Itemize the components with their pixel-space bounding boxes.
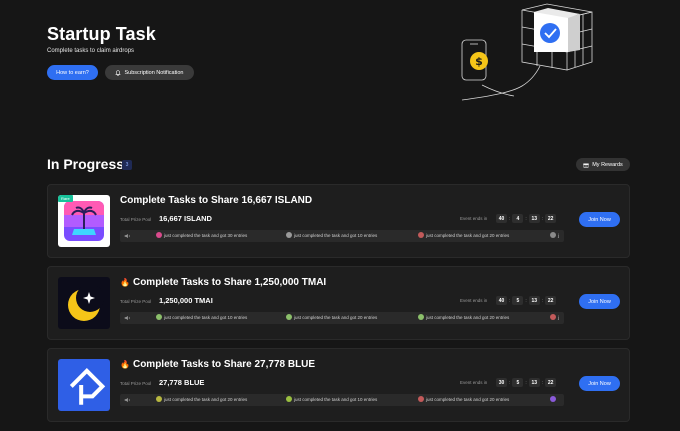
- my-rewards-label: My Rewards: [592, 161, 623, 168]
- how-to-earn-button[interactable]: How to earn?: [47, 65, 98, 80]
- feed-text: just completed the task and got 20 entri…: [426, 232, 510, 238]
- speaker-icon: [124, 397, 130, 403]
- section-title: In Progress: [47, 156, 125, 172]
- startup-illustration: $: [461, 3, 593, 101]
- pool-value: 1,250,000 TMAI: [159, 296, 213, 305]
- avatar: [286, 314, 292, 320]
- feed-item: just completed the task and got 20 entri…: [286, 314, 377, 320]
- countdown-timer: 40: 4: 13: 22: [496, 214, 557, 223]
- avatar: [156, 396, 162, 402]
- card-title-text: Complete Tasks to Share 27,778 BLUE: [132, 359, 316, 370]
- avatar: [550, 314, 556, 320]
- timer-seconds: 22: [545, 214, 557, 223]
- tmai-logo: [58, 277, 110, 329]
- card-title-text: Complete Tasks to Share 1,250,000 TMAI: [132, 277, 327, 288]
- feed-item: just completed the task and got 20 entri…: [156, 396, 247, 402]
- blue-logo: [58, 359, 110, 411]
- timer-days: 40: [496, 296, 507, 305]
- task-card[interactable]: 🔥 Complete Tasks to Share 1,250,000 TMAI …: [47, 266, 630, 340]
- feed-item: just completed the task and got 20 entri…: [418, 314, 509, 320]
- avatar: [286, 396, 292, 402]
- hero-banner: Startup Task Complete tasks to claim air…: [0, 0, 680, 140]
- timer-hours: 5: [512, 378, 524, 387]
- join-now-button[interactable]: Join Now: [579, 376, 620, 391]
- task-card[interactable]: Rare Complete Tasks to Share 16,667 ISLA…: [47, 184, 630, 258]
- feed-text: just completed the task and got 20 entri…: [426, 396, 510, 402]
- avatar: [418, 314, 424, 320]
- avatar: [418, 232, 424, 238]
- feed-item: j: [550, 232, 559, 238]
- rare-badge: Rare: [58, 195, 73, 202]
- timer-minutes: 13: [528, 378, 540, 387]
- feed-text: just completed the task and got 10 entri…: [164, 314, 248, 320]
- card-title: 🔥 Complete Tasks to Share 1,250,000 TMAI: [120, 277, 326, 288]
- countdown-timer: 30: 5: 13: 22: [496, 378, 557, 387]
- feed-item: just completed the task and got 10 entri…: [286, 232, 377, 238]
- feed-item: j: [550, 314, 559, 320]
- feed-item: just completed the task and got 20 entri…: [418, 396, 509, 402]
- feed-item: just completed the task and got 10 entri…: [156, 314, 247, 320]
- feed-item: [550, 396, 556, 402]
- timer-days: 30: [496, 378, 507, 387]
- countdown-timer: 40: 5: 13: 22: [496, 296, 557, 305]
- avatar: [286, 232, 292, 238]
- activity-feed: just completed the task and got 10 entri…: [120, 312, 564, 324]
- feed-text: just completed the task and got 20 entri…: [164, 396, 248, 402]
- pool-label: Total Prize Pool: [120, 217, 152, 222]
- avatar: [550, 232, 556, 238]
- feed-text: just completed the task and got 20 entri…: [426, 314, 510, 320]
- feed-text: just completed the task and got 10 entri…: [294, 232, 378, 238]
- pool-label: Total Prize Pool: [120, 381, 152, 386]
- bell-icon: [115, 69, 122, 76]
- avatar: [418, 396, 424, 402]
- feed-item: just completed the task and got 20 entri…: [418, 232, 509, 238]
- feed-item: just completed the task and got 10 entri…: [286, 396, 377, 402]
- timer-seconds: 22: [545, 296, 557, 305]
- gift-icon: [583, 163, 589, 168]
- task-card[interactable]: 🔥 Complete Tasks to Share 27,778 BLUE Tot…: [47, 348, 630, 422]
- speaker-icon: [124, 315, 130, 321]
- timer-minutes: 13: [528, 296, 540, 305]
- ends-label: Event ends in: [460, 298, 488, 303]
- pool-value: 16,667 ISLAND: [159, 214, 212, 223]
- fire-icon: 🔥: [120, 360, 130, 369]
- island-logo: Rare: [58, 195, 110, 247]
- svg-text:$: $: [475, 55, 483, 68]
- join-now-button[interactable]: Join Now: [579, 294, 620, 309]
- page-subtitle: Complete tasks to claim airdrops: [47, 48, 135, 54]
- card-title: Complete Tasks to Share 16,667 ISLAND: [120, 195, 312, 206]
- avatar: [156, 232, 162, 238]
- ends-label: Event ends in: [460, 380, 488, 385]
- page-title: Startup Task: [47, 24, 156, 44]
- task-count-badge: 3: [122, 160, 132, 170]
- subscription-label: Subscription Notification: [124, 69, 184, 76]
- card-title: 🔥 Complete Tasks to Share 27,778 BLUE: [120, 359, 315, 370]
- join-now-button[interactable]: Join Now: [579, 212, 620, 227]
- subscription-notification-button[interactable]: Subscription Notification: [105, 65, 194, 80]
- timer-hours: 4: [512, 214, 524, 223]
- fire-icon: 🔥: [120, 278, 130, 287]
- feed-item: just completed the task and got 30 entri…: [156, 232, 247, 238]
- avatar: [156, 314, 162, 320]
- feed-text: just completed the task and got 20 entri…: [294, 314, 378, 320]
- avatar: [550, 396, 556, 402]
- activity-feed: just completed the task and got 30 entri…: [120, 230, 564, 242]
- timer-seconds: 22: [545, 378, 557, 387]
- timer-minutes: 13: [528, 214, 540, 223]
- timer-hours: 5: [512, 296, 524, 305]
- my-rewards-button[interactable]: My Rewards: [576, 158, 630, 171]
- speaker-icon: [124, 233, 130, 239]
- ends-label: Event ends in: [460, 216, 488, 221]
- card-title-text: Complete Tasks to Share 16,667 ISLAND: [120, 195, 313, 206]
- feed-text: just completed the task and got 10 entri…: [294, 396, 378, 402]
- pool-label: Total Prize Pool: [120, 299, 152, 304]
- pool-value: 27,778 BLUE: [159, 378, 205, 387]
- timer-days: 40: [496, 214, 507, 223]
- activity-feed: just completed the task and got 20 entri…: [120, 394, 564, 406]
- feed-text: just completed the task and got 30 entri…: [164, 232, 248, 238]
